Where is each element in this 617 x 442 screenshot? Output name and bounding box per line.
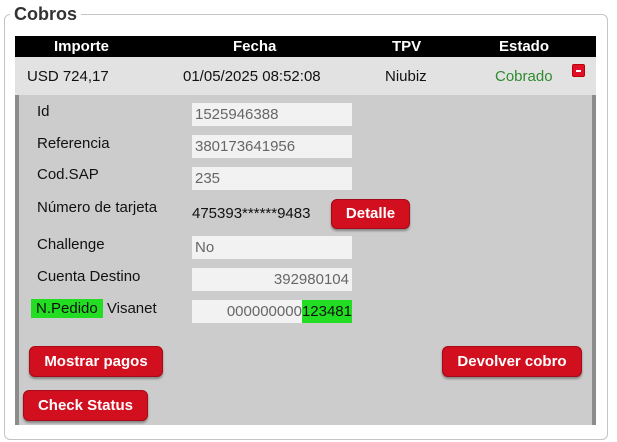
check-status-button[interactable]: Check Status [23, 390, 148, 421]
cuenta-destino-field[interactable]: 392980104 [192, 268, 352, 291]
header-fecha: Fecha [233, 38, 277, 55]
cod-sap-field[interactable]: 235 [192, 167, 352, 190]
challenge-label: Challenge [37, 236, 105, 253]
id-field[interactable]: 1525946388 [192, 103, 352, 126]
row-estado: Cobrado [495, 68, 553, 85]
pedido-label-highlight: N.Pedido [31, 299, 103, 318]
tarjeta-label: Número de tarjeta [37, 199, 158, 216]
collapse-icon[interactable] [572, 64, 585, 77]
pedido-value-plain: 000000000 [226, 303, 302, 320]
table-row[interactable]: USD 724,17 01/05/2025 08:52:08 Niubiz Co… [15, 57, 596, 95]
row-tpv: Niubiz [385, 68, 427, 85]
pedido-value-highlight: 123481 [301, 300, 352, 323]
header-estado: Estado [499, 38, 550, 55]
mostrar-pagos-button[interactable]: Mostrar pagos [29, 346, 163, 377]
row-importe: USD 724,17 [27, 68, 109, 85]
pedido-label: N.Pedido Visanet [31, 299, 157, 318]
header-importe: Importe [54, 38, 110, 55]
detail-panel: Id 1525946388 Referencia 380173641956 Co… [15, 95, 596, 425]
table-header: Importe Fecha TPV Estado [15, 36, 596, 57]
challenge-field[interactable]: No [192, 236, 352, 259]
row-fecha: 01/05/2025 08:52:08 [183, 68, 321, 85]
detail-border-left [15, 95, 19, 425]
pedido-field[interactable]: 000000000123481 [192, 300, 352, 323]
cuenta-destino-label: Cuenta Destino [37, 268, 141, 285]
panel-title: Cobros [10, 4, 81, 24]
detail-border-right [592, 95, 596, 425]
referencia-label: Referencia [37, 135, 110, 152]
devolver-cobro-button[interactable]: Devolver cobro [442, 346, 582, 377]
referencia-field[interactable]: 380173641956 [192, 135, 352, 158]
detalle-button[interactable]: Detalle [331, 199, 410, 229]
pedido-label-rest: Visanet [102, 300, 157, 317]
id-label: Id [37, 103, 50, 120]
tarjeta-value: 475393******9483 [192, 205, 311, 222]
header-tpv: TPV [392, 38, 422, 55]
cod-sap-label: Cod.SAP [37, 166, 99, 183]
